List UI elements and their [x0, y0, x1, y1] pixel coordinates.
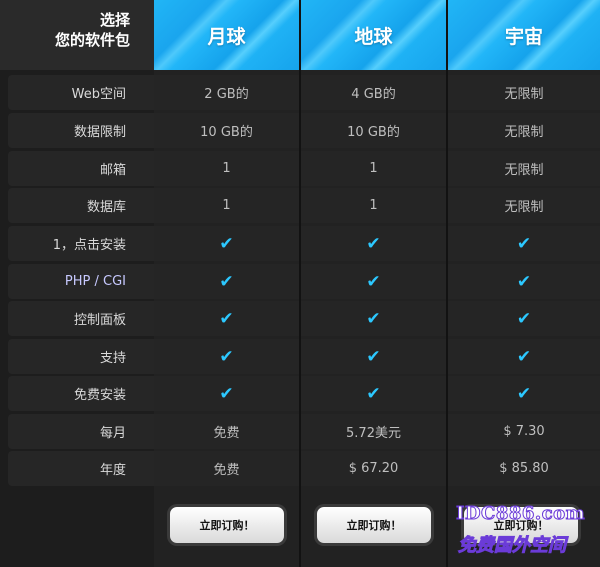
plan-earth-control-panel: ✔	[301, 301, 446, 336]
plan-earth-support: ✔	[301, 339, 446, 374]
plan-moon-web-space: 2 GB的	[154, 75, 299, 110]
order-now-button-moon[interactable]: 立即订购！	[170, 507, 284, 543]
check-icon: ✔	[219, 346, 234, 367]
feature-label-database: 数据库	[8, 188, 154, 223]
plan-universe-web-space: 无限制	[448, 75, 600, 110]
check-icon: ✔	[516, 233, 532, 254]
plan-universe-php-cgi: ✔	[448, 264, 600, 299]
plan-column-earth: 地球 4 GB的 10 GB的 1 1 ✔ ✔ ✔ ✔ ✔ 5.72美元 $ 6…	[301, 0, 446, 567]
plan-moon-free-install: ✔	[154, 376, 299, 411]
check-icon: ✔	[516, 308, 532, 329]
plan-universe-support: ✔	[448, 339, 600, 374]
check-icon: ✔	[219, 383, 234, 404]
choose-package-title: 选择 您的软件包	[55, 10, 130, 50]
plan-moon-control-panel: ✔	[154, 301, 299, 336]
plan-moon-yearly: 免费	[154, 451, 299, 486]
plan-earth-one-click-install: ✔	[301, 226, 446, 261]
plan-universe-one-click-install: ✔	[448, 226, 600, 261]
plan-earth-data-limit: 10 GB的	[301, 113, 446, 148]
plan-moon-email: 1	[154, 151, 299, 186]
plan-earth-php-cgi: ✔	[301, 264, 446, 299]
plan-earth-yearly: $ 67.20	[301, 451, 446, 486]
order-now-button-earth[interactable]: 立即订购！	[317, 507, 431, 543]
check-icon: ✔	[516, 346, 532, 367]
check-icon: ✔	[366, 233, 381, 254]
choose-package-title-line1: 选择	[99, 11, 130, 29]
plan-moon-monthly: 免费	[154, 414, 299, 449]
check-icon: ✔	[366, 383, 381, 404]
feature-label-monthly: 每月	[8, 414, 154, 449]
feature-labels-column: Web空间 数据限制 邮箱 数据库 1，点击安装 PHP / CGI 控制面板 …	[0, 70, 154, 567]
plan-name-universe: 宇宙	[448, 0, 600, 70]
check-icon: ✔	[219, 271, 234, 292]
plan-universe-data-limit: 无限制	[448, 113, 600, 148]
plan-name-earth: 地球	[301, 0, 446, 70]
plan-earth-monthly: 5.72美元	[301, 414, 446, 449]
plan-universe-yearly: $ 85.80	[448, 451, 600, 486]
feature-label-php-cgi: PHP / CGI	[8, 264, 154, 299]
check-icon: ✔	[516, 383, 532, 404]
plan-universe-control-panel: ✔	[448, 301, 600, 336]
plan-universe-database: 无限制	[448, 188, 600, 223]
plan-name-moon: 月球	[154, 0, 299, 70]
plan-moon-data-limit: 10 GB的	[154, 113, 299, 148]
plan-column-universe: 宇宙 无限制 无限制 无限制 无限制 ✔ ✔ ✔ ✔ ✔ $ 7.30 $ 85…	[448, 0, 600, 567]
check-icon: ✔	[366, 271, 381, 292]
plan-column-moon: 月球 2 GB的 10 GB的 1 1 ✔ ✔ ✔ ✔ ✔ 免费 免费 立即订购…	[154, 0, 299, 567]
plan-moon-one-click-install: ✔	[154, 226, 299, 261]
choose-package-title-line2: 您的软件包	[54, 31, 130, 49]
plan-earth-web-space: 4 GB的	[301, 75, 446, 110]
check-icon: ✔	[366, 308, 381, 329]
feature-label-web-space: Web空间	[8, 75, 154, 110]
feature-label-free-install: 免费安装	[8, 376, 154, 411]
plan-universe-free-install: ✔	[448, 376, 600, 411]
plan-earth-database: 1	[301, 188, 446, 223]
plan-moon-php-cgi: ✔	[154, 264, 299, 299]
feature-label-support: 支持	[8, 339, 154, 374]
plan-universe-email: 无限制	[448, 151, 600, 186]
feature-label-yearly: 年度	[8, 451, 154, 486]
check-icon: ✔	[366, 346, 381, 367]
plan-universe-monthly: $ 7.30	[448, 414, 600, 449]
choose-package-header: 选择 您的软件包	[0, 0, 154, 70]
pricing-table: 选择 您的软件包 Web空间 数据限制 邮箱 数据库 1，点击安装 PHP / …	[0, 0, 600, 567]
check-icon: ✔	[219, 233, 234, 254]
check-icon: ✔	[516, 271, 532, 292]
feature-label-one-click-install: 1，点击安装	[8, 226, 154, 261]
order-now-button-universe[interactable]: 立即订购！	[464, 507, 578, 543]
feature-label-control-panel: 控制面板	[8, 301, 154, 336]
feature-label-data-limit: 数据限制	[8, 113, 154, 148]
check-icon: ✔	[219, 308, 234, 329]
feature-label-email: 邮箱	[8, 151, 154, 186]
plan-moon-support: ✔	[154, 339, 299, 374]
plan-moon-database: 1	[154, 188, 299, 223]
plan-earth-free-install: ✔	[301, 376, 446, 411]
plan-earth-email: 1	[301, 151, 446, 186]
